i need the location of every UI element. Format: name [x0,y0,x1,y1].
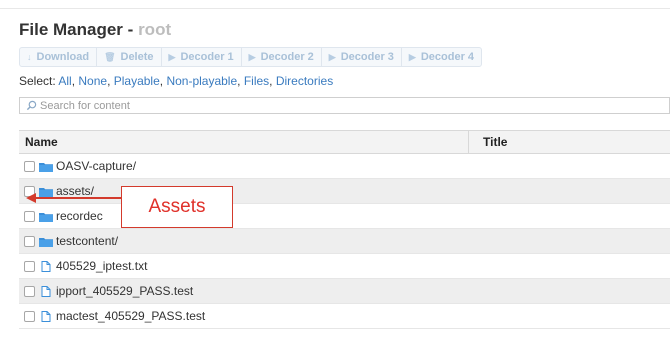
table-row[interactable]: 405529_iptest.txt [19,254,670,279]
row-checkbox[interactable] [24,260,35,272]
file-icon [39,310,53,322]
select-none-link[interactable]: None [78,74,107,88]
select-all-link[interactable]: All [58,74,71,88]
table-row[interactable]: OASV-capture/ [19,154,670,179]
play-icon: ▶ [168,51,176,62]
annotation-callout: Assets [121,186,233,228]
table-header: Name Title [19,130,670,154]
decoder-3-label: Decoder 3 [340,51,394,63]
decoder-1-label: Decoder 1 [180,51,234,63]
select-playable-link[interactable]: Playable [114,74,160,88]
file-icon [39,285,53,297]
delete-button[interactable]: 🗑 Delete [96,47,162,67]
select-prefix: Select: [19,74,56,88]
play-icon: ▶ [408,51,416,62]
title-separator: - [127,20,134,39]
current-directory: root [138,20,172,39]
row-name[interactable]: recordec [56,209,103,223]
download-label: Download [36,51,90,63]
decoder-2-label: Decoder 2 [260,51,314,63]
download-button[interactable]: ↓ Download [19,47,98,67]
download-icon: ↓ [27,52,32,62]
file-table: Name Title OASV-capture/ assets/ recorde… [19,130,670,329]
page-title-text: File Manager [19,20,123,39]
table-row[interactable]: ipport_405529_PASS.test [19,279,670,304]
decoder-4-label: Decoder 4 [420,51,475,63]
decoder-2-button[interactable]: ▶ Decoder 2 [240,47,322,67]
select-non-playable-link[interactable]: Non-playable [166,74,237,88]
selection-filter: Select: All, None, Playable, Non-playabl… [19,74,334,88]
row-name[interactable]: mactest_405529_PASS.test [56,309,205,323]
file-icon [39,260,53,272]
column-header-name[interactable]: Name [19,131,469,153]
table-row[interactable]: testcontent/ [19,229,670,254]
row-checkbox[interactable] [24,210,35,222]
row-name[interactable]: OASV-capture/ [56,159,136,173]
table-row[interactable]: mactest_405529_PASS.test [19,304,670,329]
decoder-4-button[interactable]: ▶ Decoder 4 [400,47,483,67]
decoder-1-button[interactable]: ▶ Decoder 1 [160,47,242,67]
select-files-link[interactable]: Files [244,74,269,88]
folder-icon [39,211,53,222]
folder-icon [39,161,53,172]
top-divider [0,8,670,9]
search-icon [26,100,37,111]
search-placeholder: Search for content [40,99,130,112]
column-header-title[interactable]: Title [469,135,507,149]
row-name[interactable]: testcontent/ [56,234,118,248]
play-icon: ▶ [328,51,336,62]
page-title: File Manager - root [19,20,171,40]
row-checkbox[interactable] [24,235,35,247]
folder-icon [39,236,53,247]
search-input[interactable]: Search for content [19,97,670,114]
table-row[interactable]: recordec [19,204,670,229]
delete-label: Delete [120,51,154,63]
row-checkbox[interactable] [24,285,35,297]
annotation-label: Assets [148,196,206,217]
select-directories-link[interactable]: Directories [276,74,333,88]
decoder-3-button[interactable]: ▶ Decoder 3 [320,47,402,67]
row-name[interactable]: 405529_iptest.txt [56,259,147,273]
row-name[interactable]: ipport_405529_PASS.test [56,284,193,298]
row-checkbox[interactable] [24,160,35,172]
row-checkbox[interactable] [24,310,35,322]
play-icon: ▶ [248,51,256,62]
toolbar: ↓ Download 🗑 Delete ▶ Decoder 1 ▶ Decode… [19,47,483,67]
trash-icon: 🗑 [104,51,116,62]
annotation-arrow [26,193,122,203]
